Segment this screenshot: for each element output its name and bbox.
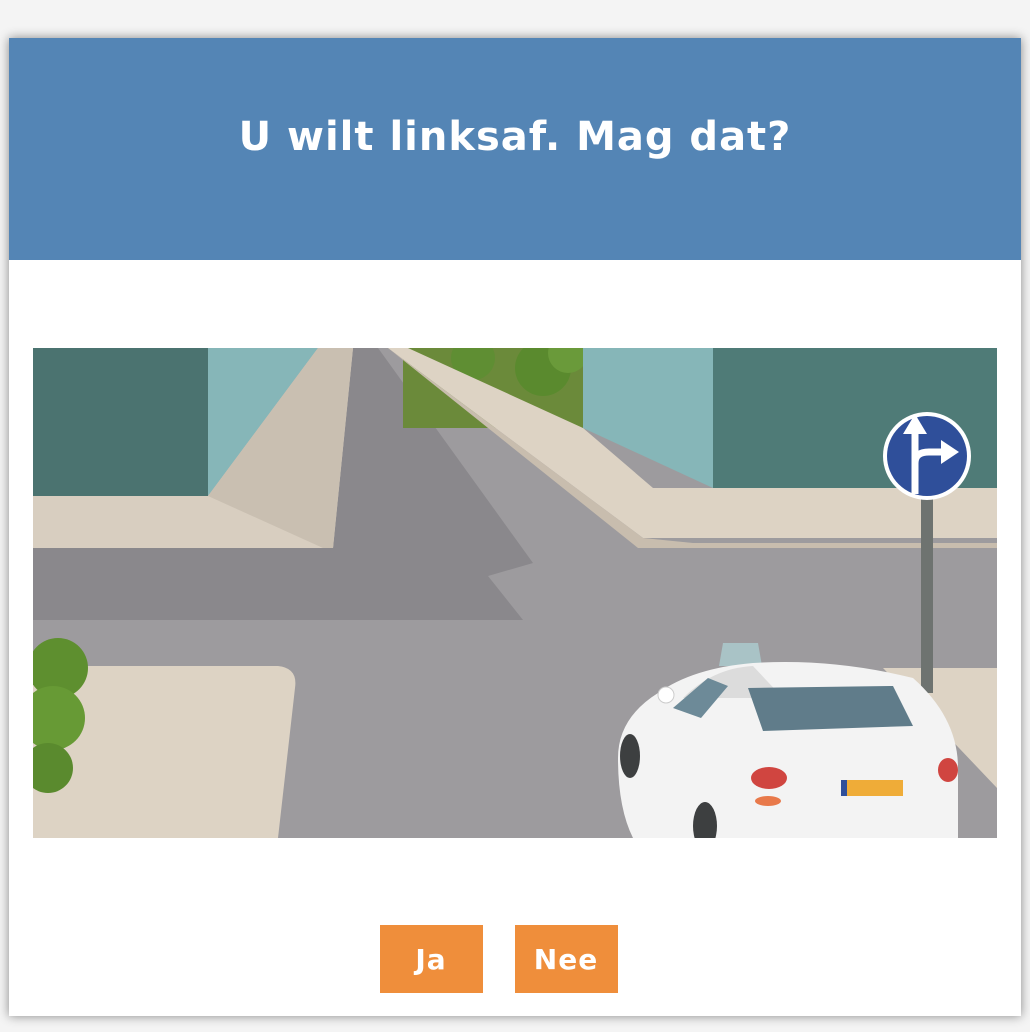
question-header: U wilt linksaf. Mag dat? <box>9 38 1021 260</box>
question-title: U wilt linksaf. Mag dat? <box>238 114 792 160</box>
intersection-illustration <box>33 348 997 838</box>
yes-button[interactable]: Ja <box>379 925 483 993</box>
question-card: U wilt linksaf. Mag dat? Ja Nee <box>9 38 1021 1016</box>
no-button[interactable]: Nee <box>514 925 618 993</box>
answer-buttons: Ja Nee <box>9 925 1021 993</box>
